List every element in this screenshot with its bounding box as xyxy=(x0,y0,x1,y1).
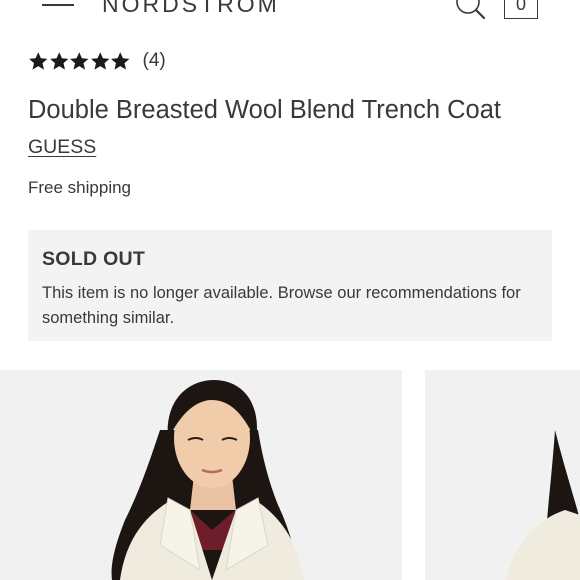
search-icon[interactable] xyxy=(454,0,488,24)
product-rating[interactable]: (4) xyxy=(28,49,166,73)
bag-count: 0 xyxy=(515,0,526,14)
shipping-info: Free shipping xyxy=(28,178,132,197)
star-icon xyxy=(111,52,130,70)
star-icon xyxy=(49,52,68,70)
site-header: NORDSTROM 0 xyxy=(0,0,580,28)
product-photo[interactable] xyxy=(425,370,580,580)
product-photo[interactable] xyxy=(0,370,402,580)
review-count[interactable]: (4) xyxy=(143,50,166,72)
star-icon xyxy=(90,52,109,70)
rating-stars xyxy=(28,51,131,71)
sold-out-notice: SOLD OUT This item is no longer availabl… xyxy=(28,230,552,341)
brand-link[interactable]: GUESS xyxy=(28,136,96,159)
hamburger-menu-icon[interactable] xyxy=(42,0,74,16)
sold-out-message: This item is no longer available. Browse… xyxy=(42,284,521,327)
brand-logo[interactable]: NORDSTROM xyxy=(102,0,280,18)
sold-out-heading: SOLD OUT xyxy=(42,248,146,270)
star-icon xyxy=(29,52,48,70)
star-icon xyxy=(70,52,89,70)
product-title: Double Breasted Wool Blend Trench Coat xyxy=(28,96,501,124)
shopping-bag-icon[interactable]: 0 xyxy=(504,0,538,19)
